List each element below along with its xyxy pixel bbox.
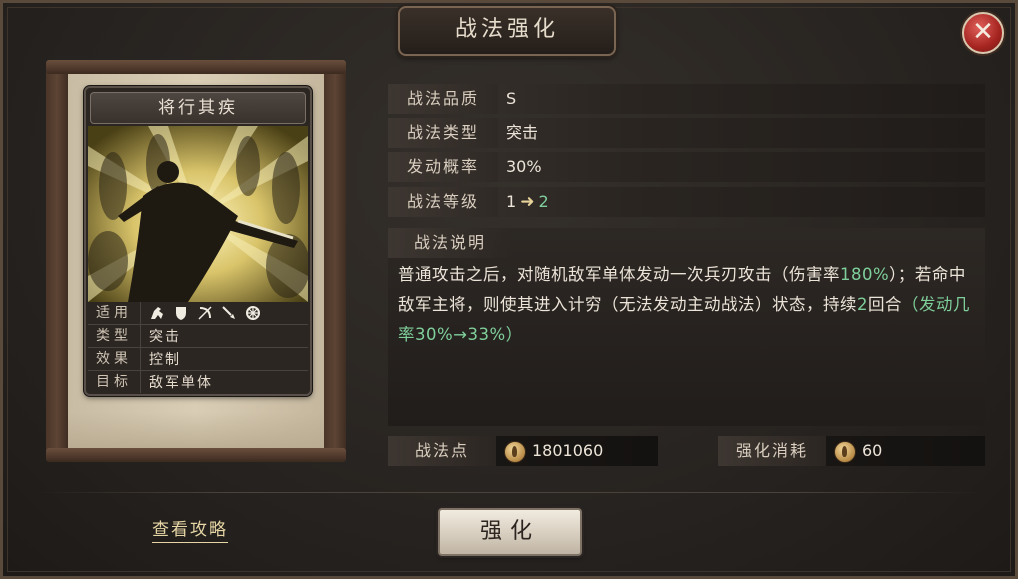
stat-label: 发动概率 (388, 152, 498, 182)
attr-row-suited: 适用 (88, 302, 308, 325)
tactic-points-bar: 战法点 1801060 (388, 436, 658, 466)
tactic-illustration (88, 126, 308, 302)
tactic-card: 将行其疾 适用 类型 突击 效果 控制 目标 敌军单体 (84, 86, 312, 396)
level-value: 1 ➜ 2 (506, 187, 549, 217)
archer-icon (198, 306, 212, 320)
tactic-name: 将行其疾 (90, 92, 306, 124)
scroll-right-edge (324, 70, 346, 452)
description-text: 普通攻击之后，对随机敌军单体发动一次兵刃攻击（伤害率180%）；若命中敌军主将，… (398, 260, 980, 350)
tactic-point-icon (834, 441, 856, 463)
close-icon: ✕ (972, 17, 994, 47)
attr-key: 目标 (88, 371, 141, 393)
dialog-title: 战法强化 (454, 17, 559, 42)
attr-key: 类型 (88, 325, 141, 347)
description-panel: 战法说明 普通攻击之后，对随机敌军单体发动一次兵刃攻击（伤害率180%）；若命中… (388, 228, 985, 426)
attr-row-effect: 效果 控制 (88, 348, 308, 371)
points-label: 战法点 (388, 436, 496, 466)
cost-label: 强化消耗 (718, 436, 826, 466)
close-button[interactable]: ✕ (962, 12, 1004, 54)
stat-value: 突击 (506, 123, 539, 142)
footer-divider (36, 492, 982, 493)
scroll-rod-top (46, 60, 346, 74)
attr-value: 控制 (149, 352, 181, 368)
attr-row-target: 目标 敌军单体 (88, 371, 308, 393)
tactic-attributes: 适用 类型 突击 效果 控制 目标 敌军单体 (88, 302, 308, 393)
stat-value: S (506, 89, 517, 108)
stat-value: 30% (506, 157, 542, 176)
attr-row-type: 类型 突击 (88, 325, 308, 348)
upgrade-button[interactable]: 强化 (438, 508, 582, 556)
scroll-left-edge (46, 70, 68, 452)
cost-value: 60 (862, 441, 883, 460)
level-from: 1 (506, 192, 517, 211)
level-to: 2 (538, 192, 549, 211)
guide-link[interactable]: 查看攻略 (152, 518, 228, 543)
stat-row-probability: 发动概率 30% (388, 152, 985, 182)
chariot-icon (246, 306, 260, 320)
shield-icon (176, 307, 186, 320)
attr-value: 突击 (149, 329, 181, 345)
spear-icon (222, 306, 235, 319)
description-title: 战法说明 (388, 228, 512, 258)
title-plate: 战法强化 (398, 6, 616, 56)
stat-label: 战法类型 (388, 118, 498, 148)
duration-value: 2 (857, 295, 868, 314)
damage-rate: 180% (840, 265, 890, 284)
upgrade-cost-bar: 强化消耗 60 (718, 436, 985, 466)
points-value: 1801060 (532, 441, 604, 460)
stat-row-level: 战法等级 1 ➜ 2 (388, 187, 985, 217)
tactic-point-icon (504, 441, 526, 463)
attr-value: 敌军单体 (149, 375, 213, 391)
unit-icons (141, 305, 261, 321)
desc-part: 普通攻击之后，对随机敌军单体发动一次兵刃攻击（伤害率 (398, 265, 840, 284)
stat-row-quality: 战法品质 S (388, 84, 985, 114)
attr-key: 效果 (88, 348, 141, 370)
stat-label: 战法品质 (388, 84, 498, 114)
arrow-right-icon: ➜ (520, 192, 535, 212)
desc-part: 回合 (868, 295, 902, 314)
stat-label: 战法等级 (388, 187, 498, 217)
stat-row-type: 战法类型 突击 (388, 118, 985, 148)
attr-key: 适用 (88, 302, 141, 324)
cavalry-icon (151, 307, 163, 319)
scroll-rod-bottom (46, 448, 346, 462)
